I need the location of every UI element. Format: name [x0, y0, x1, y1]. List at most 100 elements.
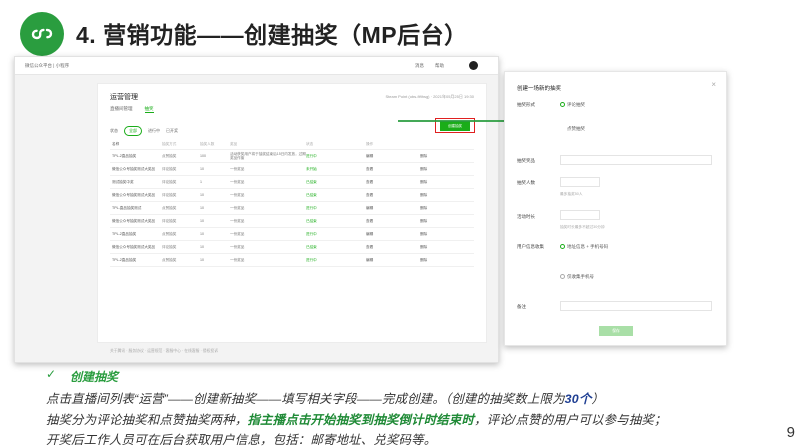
status-filter: 状态 全部 进行中 已开奖 — [110, 126, 178, 136]
cell-count: 100 — [200, 154, 206, 158]
row-delete-link[interactable]: 删除 — [420, 258, 460, 263]
table-row: TPL-2直品抽奖 点赞抽奖 100 活动获奖用户将于抽奖结束后15日内发放，过期奖品… — [110, 150, 474, 163]
table-row: 测试抽奖中奖 评论抽奖 1 一份奖品 已结束 查看 删除 — [110, 176, 474, 189]
row-delete-link[interactable]: 删除 — [420, 154, 460, 159]
cell-count: 10 — [200, 219, 204, 223]
cell-count: 1 — [200, 180, 202, 184]
cell-type: 评论抽奖 — [162, 192, 177, 197]
row-action-link[interactable]: 编辑 — [366, 258, 420, 263]
cell-count: 10 — [200, 206, 204, 210]
radio-collect-address[interactable]: 地址信息 + 手机号码 — [560, 244, 608, 250]
card-title: 运营管理 — [110, 94, 138, 101]
row-action-link[interactable]: 查看 — [366, 219, 420, 224]
mp-backend-screenshot: 微信公众平台 | 小程序 消息 帮助 运营管理 Steam Point (obs… — [14, 56, 499, 363]
top-link-help[interactable]: 帮助 — [435, 63, 444, 69]
card-tabs: 直播间管理 抽奖 — [110, 106, 154, 113]
filter-ongoing[interactable]: 进行中 — [148, 128, 160, 134]
check-icon: ✓ — [46, 367, 57, 381]
cell-count: 10 — [200, 245, 204, 249]
row-delete-link[interactable]: 删除 — [420, 232, 460, 237]
avatar[interactable] — [469, 61, 478, 70]
remark-input[interactable] — [560, 301, 712, 311]
table-row: TPL-直品抽奖测试 点赞抽奖 10 一份奖品 进行中 编辑 删除 — [110, 202, 474, 215]
table-header: 名称 抽奖方式 抽奖人数 奖品 状态 操作 — [110, 140, 474, 150]
flow-arrow-icon — [398, 116, 517, 126]
row-action-link[interactable]: 查看 — [366, 193, 420, 198]
radio-selected-icon — [560, 244, 565, 250]
mini-program-logo-icon — [20, 12, 64, 56]
paragraph-line-2: 抽奖分为评论抽奖和点赞抽奖两种，指主播点击开始抽奖到抽奖倒计时结束时，评论/点赞… — [46, 410, 667, 428]
cell-status: 进行中 — [306, 231, 317, 236]
radio-collect-phone[interactable]: 仅收集手机号 — [560, 274, 594, 280]
card-meta: Steam Point (obs-fifthsg) · 2021年05月25日 … — [385, 94, 475, 99]
dialog-title: 创建一场新的抽奖 — [517, 86, 562, 92]
paragraph-line-3: 开奖后工作人员可在后台获取用户信息，包括：邮寄地址、兑奖码等。 — [46, 433, 437, 447]
winner-count-input[interactable] — [560, 177, 600, 187]
option-label: 地址信息 + 手机号码 — [567, 244, 609, 249]
create-lottery-dialog: 创建一场新的抽奖 × 抽奖形式 评论抽奖 点赞抽奖 抽奖奖品 抽奖人数 最多抽奖… — [504, 71, 727, 346]
cell-count: 10 — [200, 258, 204, 262]
col-header: 操作 — [366, 142, 374, 146]
cell-name: TPL-2直品抽奖 — [112, 153, 137, 158]
col-header: 抽奖方式 — [162, 142, 177, 146]
tab-live-room[interactable]: 直播间管理 — [110, 106, 133, 113]
cell-prize: 一份奖品 — [230, 166, 245, 171]
row-action-link[interactable]: 查看 — [366, 167, 420, 172]
field-label: 抽奖人数 — [517, 180, 535, 185]
radio-comment-lottery[interactable]: 评论抽奖 — [560, 102, 585, 108]
row-delete-link[interactable]: 删除 — [420, 219, 460, 224]
col-header: 状态 — [306, 142, 314, 146]
lottery-table: 名称 抽奖方式 抽奖人数 奖品 状态 操作 TPL-2直品抽奖 点赞抽奖 100 活动… — [110, 140, 474, 267]
cell-prize: 一份奖品 — [230, 231, 245, 236]
filter-all[interactable]: 全部 — [124, 126, 142, 136]
row-action-link[interactable]: 编辑 — [366, 206, 420, 211]
cell-status: 已结束 — [306, 192, 317, 197]
row-delete-link[interactable]: 删除 — [420, 180, 460, 185]
page-number: 9 — [786, 424, 795, 441]
cell-status: 进行中 — [306, 205, 317, 210]
cell-name: TPL-2直品抽奖 — [112, 257, 137, 262]
col-header: 名称 — [112, 142, 120, 146]
cell-name: TPL-2直品抽奖 — [112, 231, 137, 236]
cell-count: 10 — [200, 167, 204, 171]
cell-prize: 活动获奖用户将于抽奖结束后15日内发放，过期奖品作废 — [230, 151, 306, 161]
row-action-link[interactable]: 编辑 — [366, 232, 420, 237]
cell-type: 评论抽奖 — [162, 218, 177, 223]
option-label: 仅收集手机号 — [567, 274, 594, 279]
row-delete-link[interactable]: 删除 — [420, 206, 460, 211]
cell-type: 点赞抽奖 — [162, 231, 177, 236]
col-header: 奖品 — [230, 142, 238, 147]
duration-input[interactable] — [560, 210, 600, 220]
cell-type: 评论抽奖 — [162, 166, 177, 171]
cell-status: 已结束 — [306, 179, 317, 184]
filter-label: 状态 — [110, 128, 118, 133]
save-button[interactable]: 保存 — [599, 326, 633, 336]
option-label: 评论抽奖 — [567, 102, 585, 107]
tab-lottery[interactable]: 抽奖 — [144, 106, 154, 113]
option-label: 点赞抽奖 — [567, 126, 585, 131]
top-link-messages[interactable]: 消息 — [415, 63, 424, 69]
cell-name: 微信公众号抽奖测试大奖品 — [112, 166, 156, 171]
field-label: 用户信息收集 — [517, 244, 544, 249]
row-delete-link[interactable]: 删除 — [420, 167, 460, 172]
cell-status: 进行中 — [306, 257, 317, 262]
slide-title: 4. 营销功能——创建抽奖（MP后台） — [76, 22, 468, 48]
row-action-link[interactable]: 查看 — [366, 180, 420, 185]
row-action-link[interactable]: 编辑 — [366, 154, 420, 159]
cell-name: 微信公众号抽奖测试大奖品 — [112, 192, 156, 197]
text-highlight: 30个 — [564, 392, 592, 406]
row-delete-link[interactable]: 删除 — [420, 245, 460, 250]
radio-like-lottery[interactable]: 点赞抽奖 — [567, 126, 585, 132]
row-delete-link[interactable]: 删除 — [420, 193, 460, 198]
backend-footer: 关于腾讯 · 服务协议 · 运营规范 · 客服中心 · 在线客服 · 侵权投诉 — [110, 349, 218, 353]
close-icon[interactable]: × — [711, 80, 716, 89]
prize-input[interactable] — [560, 155, 712, 165]
radio-selected-icon — [560, 102, 565, 108]
filter-drawn[interactable]: 已开奖 — [166, 128, 178, 134]
cell-status: 未开始 — [306, 166, 317, 171]
row-action-link[interactable]: 查看 — [366, 245, 420, 250]
cell-status: 进行中 — [306, 153, 317, 158]
cell-status: 已结束 — [306, 244, 317, 249]
backend-brand: 微信公众平台 | 小程序 — [25, 63, 70, 68]
field-hint: 最多抽奖50人 — [560, 192, 583, 196]
